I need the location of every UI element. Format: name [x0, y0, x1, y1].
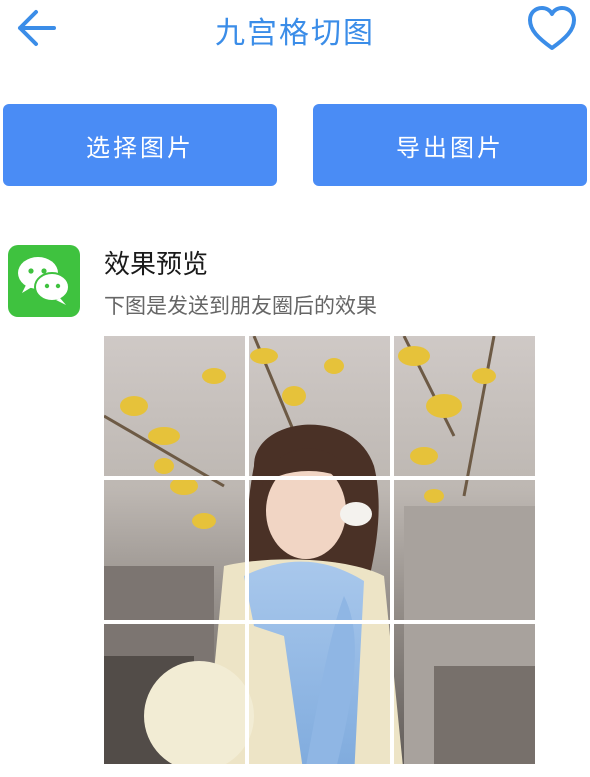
grid-cell: [249, 336, 390, 476]
photo-slice: [104, 480, 245, 620]
grid-cell: [249, 480, 390, 620]
back-button[interactable]: [14, 6, 58, 50]
photo-slice: [249, 624, 390, 764]
wechat-icon: [8, 245, 80, 317]
photo-slice: [104, 624, 245, 764]
grid-cell: [394, 624, 535, 764]
nine-grid-preview: [104, 336, 535, 777]
photo-slice: [394, 624, 535, 764]
grid-cell: [394, 480, 535, 620]
select-image-button[interactable]: 选择图片: [3, 104, 277, 186]
page-title: 九宫格切图: [215, 16, 375, 51]
grid-cell: [394, 336, 535, 476]
heart-outline-icon: [528, 6, 576, 50]
export-image-button[interactable]: 导出图片: [313, 104, 587, 186]
arrow-left-icon: [18, 10, 56, 46]
photo-slice: [394, 480, 535, 620]
grid-cell: [104, 480, 245, 620]
photo-slice: [104, 336, 245, 476]
photo-slice: [249, 480, 390, 620]
grid-cell: [249, 624, 390, 764]
preview-title: 效果预览: [104, 250, 209, 280]
preview-subtitle: 下图是发送到朋友圈后的效果: [104, 294, 377, 318]
photo-slice: [394, 336, 535, 476]
grid-cell: [104, 336, 245, 476]
grid-cell: [104, 624, 245, 764]
favorite-button[interactable]: [526, 4, 578, 52]
top-bar: 九宫格切图: [0, 0, 590, 56]
photo-slice: [249, 336, 390, 476]
